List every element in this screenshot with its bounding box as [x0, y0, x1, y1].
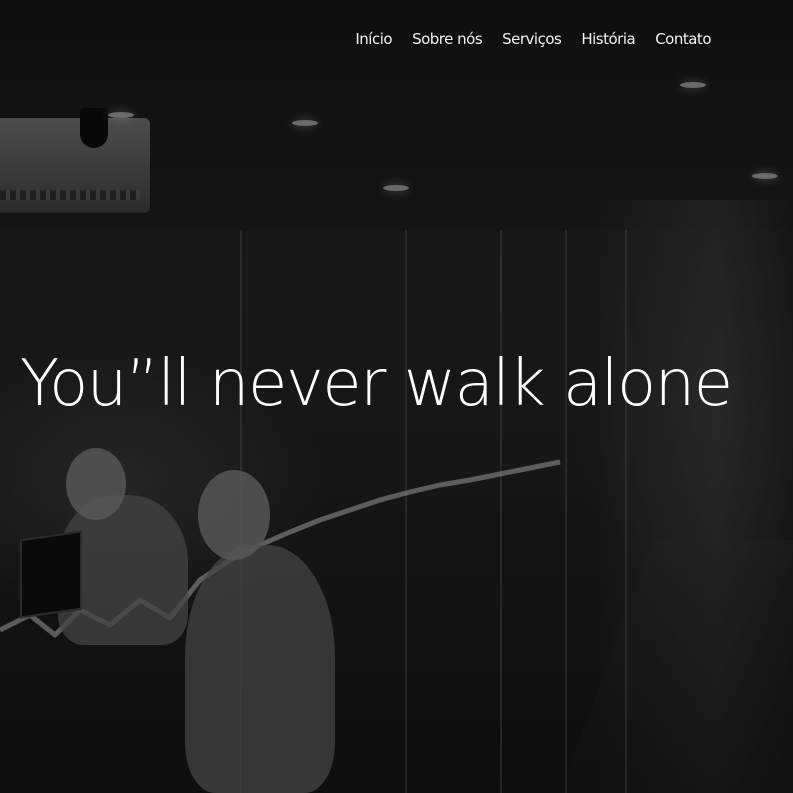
- nav-item-servicos[interactable]: Serviços: [502, 30, 562, 48]
- nav-item-sobre-nos[interactable]: Sobre nós: [412, 30, 483, 48]
- hero-headline: You”ll never walk alone: [20, 347, 733, 421]
- nav-item-inicio[interactable]: Início: [355, 30, 392, 48]
- main-navigation: Início Sobre nós Serviços História Conta…: [355, 30, 711, 48]
- nav-item-historia[interactable]: História: [581, 30, 635, 48]
- hero-section: Início Sobre nós Serviços História Conta…: [0, 0, 793, 793]
- nav-item-contato[interactable]: Contato: [655, 30, 711, 48]
